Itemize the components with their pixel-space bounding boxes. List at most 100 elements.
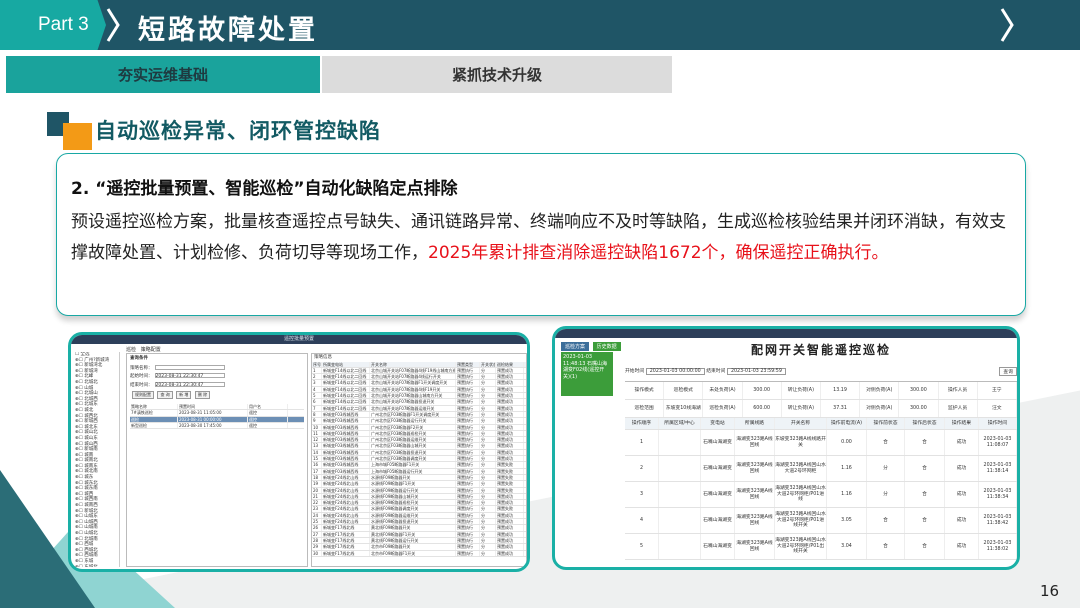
table-cell: 分 <box>480 418 496 424</box>
tab-operation-basics[interactable]: 夯实运维基础 <box>6 56 320 93</box>
table-cell: 海湖变323路A线回山水大道2号环网柜/P01进线 <box>775 482 827 507</box>
tab-history[interactable]: 历史数据 <box>592 342 621 351</box>
description-box: 2. “遥控批量预置、智能巡检”自动化缺陷定点排除 预设遥控巡检方案，批量核查遥… <box>56 153 1026 316</box>
table-cell: 新城变F24线北山线 <box>322 487 370 493</box>
table-cell: 新城变F14线以北二回线 <box>322 374 370 380</box>
delete-button[interactable]: 删 除 <box>194 391 211 399</box>
table-header-cell: 所属线路 <box>735 418 775 429</box>
table-cell: 广州北京区F03断路器投退开关 <box>370 449 456 456</box>
table-cell: 成功 <box>945 430 979 455</box>
table-header-cell: 操作顺序 <box>625 418 659 429</box>
table-cell: 预置失败 <box>496 468 524 474</box>
table-cell: 新城变F24线北山线 <box>322 481 370 487</box>
list-header-cell: 预置时间 <box>178 403 248 410</box>
tab-plan[interactable]: 巡检方案 <box>561 342 590 351</box>
table-cell: 预置成功 <box>496 525 524 531</box>
table-cell: 海湖变323路A线回山水大道2号环网柜 <box>775 456 827 481</box>
table-cell: 1 <box>625 430 659 455</box>
table-row[interactable]: 2 石嘴山海湖变 海湖变323路A线回线 海湖变323路A线回山水大道2号环网柜 1.1… <box>625 456 1017 482</box>
table-cell: 2023-01-03 11:38:42 <box>979 508 1017 533</box>
table-row[interactable]: 1 石嘴山海湖变 海湖变323路A线回线 东坡变323路A线线路开关 0.00 合合成功 2… <box>625 430 1017 456</box>
table-row[interactable]: 30 新城变F17线北线 北京市F09断路器F1开关 预置执行分预置成功 <box>312 550 526 557</box>
query-fields: 策略名称： 起始时间： 2023-08-31 22:30:47 结束时间： 2023-0… <box>127 364 307 390</box>
field-input[interactable]: 2023-08-31 22:30:47 <box>154 381 225 388</box>
side-tabs: 巡检方案 历史数据 <box>561 342 623 351</box>
table-cell: 17 <box>312 468 322 474</box>
rule-config-button[interactable]: 规则配置 <box>132 391 154 399</box>
summary-cell: 300.00 <box>899 382 939 399</box>
table-cell: 北京市F09断路器F1开关 <box>370 550 456 556</box>
table-cell: 海湖变323路A线回山水大道2号环网柜/P01出线开关 <box>775 534 827 559</box>
table-cell: 分 <box>480 367 496 374</box>
inspection-table: 操作模式 巡检模式 未处负荷(A) 300.00 转让负荷(A) 13.19 对侧负荷(A)… <box>625 381 1017 560</box>
table-cell: 4 <box>625 508 659 533</box>
table-cell: 13 <box>312 443 322 449</box>
history-item[interactable]: 2023-01-03 11:48:13 石嘴山海湖变F02线(遥控开关)(1) <box>561 352 613 396</box>
field-input[interactable]: 2023-08-31 22:30:47 <box>154 373 225 379</box>
table-cell: 海湖变323路A线回线 <box>735 482 775 507</box>
strategy-grid: 策略信息 序号 所属变电站 开关名称 预置类型 开关状态 巡检结果 1 新城变F14线以北二回… <box>311 353 527 567</box>
table-cell: 预置执行 <box>456 430 480 437</box>
table-cell: 分 <box>480 531 496 537</box>
table-cell: 石嘴山海湖变 <box>701 482 735 507</box>
screenshot-title: 遥控批量预置 <box>71 335 527 344</box>
summary-cell: 300.00 <box>743 382 782 399</box>
table-cell: 16 <box>312 462 322 468</box>
table-cell: 分 <box>480 405 496 411</box>
start-time-field[interactable]: 2023-01-03 00:00:00 <box>645 368 705 375</box>
table-cell: 27 <box>312 531 322 537</box>
table-header-cell: 操作前状态 <box>867 418 905 429</box>
table-cell: 新城变F03线城西线 <box>322 462 370 468</box>
table-row[interactable]: 3 石嘴山海湖变 海湖变323路A线回线 海湖变323路A线回山水大道2号环网柜/P0… <box>625 482 1017 508</box>
table-cell: 预置成功 <box>496 550 524 556</box>
tree-item[interactable]: ⊕☐ 东城北 <box>75 565 119 567</box>
table-row[interactable]: 5 石嘴山海湖变 海湖变323路A线回线 海湖变323路A线回山水大道2号环网柜/P0… <box>625 534 1017 560</box>
table-cell: 石嘴山海湖变 <box>701 430 735 455</box>
table-cell <box>659 456 701 481</box>
table-header-cell: 操作时间 <box>979 418 1017 429</box>
table-cell <box>659 430 701 455</box>
table-cell: 预置执行 <box>456 399 480 405</box>
query-button[interactable]: 查询 <box>999 367 1017 376</box>
table-cell: 3.05 <box>827 508 867 533</box>
table-cell: 24 <box>312 512 322 519</box>
table-cell: 北京山城开关站F07断路器运维开关 <box>370 405 456 411</box>
table-cell: 石嘴山海湖变 <box>701 534 735 559</box>
grid-header-cell: 所属变电站 <box>322 361 370 367</box>
table-cell: 4 <box>312 386 322 393</box>
table-cell: 预置成功 <box>496 544 524 550</box>
query-label: 查询条件 <box>130 356 148 361</box>
table-cell: 预置成功 <box>496 430 524 437</box>
table-cell: 北京山城开关站F07断路器山城南方开关 <box>370 393 456 399</box>
add-button[interactable]: 新 增 <box>176 391 192 399</box>
list-cell: 2023-08-31 00:00:00 <box>178 416 248 422</box>
end-time-field[interactable]: 2023-01-03 23:59:59 <box>726 368 786 375</box>
table-cell: 预置执行 <box>456 437 480 443</box>
end-label: 结束时间 <box>706 369 726 374</box>
table-cell: 海湖变323路A线回山水大道2号环网柜/P01进线开关 <box>775 508 827 533</box>
table-cell: 黄北线F09断路器开关 <box>370 525 456 531</box>
table-cell: 预置执行 <box>456 525 480 531</box>
table-header-cell: 操作前电流(A) <box>827 418 867 429</box>
summary-cell: 巡检负荷(A) <box>703 400 743 417</box>
table-row[interactable]: 4 石嘴山海湖变 海湖变323路A线回线 海湖变323路A线回山水大道2号环网柜/P0… <box>625 508 1017 534</box>
tab-tech-upgrade[interactable]: 紧抓技术升级 <box>322 56 672 93</box>
table-cell: 预置执行 <box>456 411 480 418</box>
section-marker-orange <box>63 123 92 150</box>
list-item[interactable]: 新型巡检 2023-08-30 17:45:00 遥控 <box>130 422 304 430</box>
field-label: 起始时间： <box>130 374 153 380</box>
field-input[interactable] <box>154 364 225 370</box>
table-cell: 预置执行 <box>456 512 480 519</box>
table-cell: 分 <box>480 399 496 405</box>
table-cell: 新城变F14线以北二回线 <box>322 380 370 386</box>
table-cell: 分 <box>480 430 496 437</box>
station-tree[interactable]: ☐ 全选 ⊕☐ 广州?新城湾 ⊕☐ 新城湾北 ⊕☐ 新城湾 ⊕☐ 北峰 ⊕☐ 北城北 ⊕☐ … <box>75 352 120 567</box>
table-cell: 12 <box>312 437 322 443</box>
list-cell: 7#滇铁巡检 <box>130 410 178 416</box>
query-button[interactable]: 查 询 <box>157 391 173 399</box>
table-cell: 合 <box>867 430 905 455</box>
table-cell: 2023-01-03 11:38:02 <box>979 534 1017 559</box>
table-cell: 合 <box>905 456 945 481</box>
table-cell: 预置成功 <box>496 500 524 506</box>
table-cell: 新城变F24线北山线 <box>322 474 370 481</box>
